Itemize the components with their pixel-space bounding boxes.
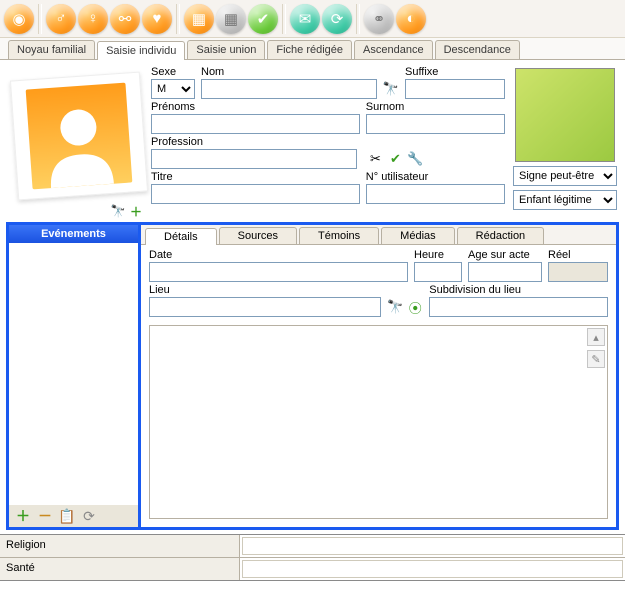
heure-input[interactable] [414,262,462,282]
subdivision-input[interactable] [429,297,608,317]
mail-icon[interactable]: ✉ [290,4,320,34]
main-content: 🔭 ＋ Sexe M Nom 🔭 [0,60,625,614]
subtab-redaction[interactable]: Rédaction [457,227,545,244]
add-event-icon[interactable]: ＋ [15,508,31,524]
photo-column: 🔭 ＋ [6,66,151,218]
sep [176,4,180,34]
sexe-label: Sexe [151,66,195,78]
key-icon[interactable]: 🔧 [407,151,423,167]
event-detail-pane: Détails Sources Témoins Médias Rédaction… [141,225,616,527]
person-photo[interactable] [9,72,147,201]
profession-label: Profession [151,136,357,148]
sante-input[interactable] [242,560,623,578]
events-panel: Evénements ＋ － 📋 ⟳ Détails Sources Témoi… [6,222,619,530]
globe-icon[interactable]: ◐ [396,4,426,34]
search-name-icon[interactable]: 🔭 [383,81,399,97]
reel-label: Réel [548,249,608,261]
events-list-pane: Evénements ＋ － 📋 ⟳ [9,225,141,527]
date-label: Date [149,249,408,261]
expand-notes-icon[interactable]: ▴ [587,328,605,346]
heure-label: Heure [414,249,462,261]
woman-icon[interactable]: ♀ [78,4,108,34]
tab-fiche-redigee[interactable]: Fiche rédigée [267,40,352,59]
subtab-sources[interactable]: Sources [219,227,297,244]
edit-notes-icon[interactable]: ✎ [587,350,605,368]
sep [282,4,286,34]
map-place-icon[interactable]: ⦿ [407,299,423,315]
tab-saisie-individu[interactable]: Saisie individu [97,41,185,60]
identity-form: Sexe M Nom 🔭 Suffixe [151,66,511,218]
man-icon[interactable]: ♂ [46,4,76,34]
add-photo-icon[interactable]: ＋ [129,204,143,218]
color-swatch[interactable] [515,68,615,162]
refresh-events-icon[interactable]: ⟳ [81,508,97,524]
tab-ascendance[interactable]: Ascendance [354,40,433,59]
events-header: Evénements [9,225,138,243]
suffixe-input[interactable] [405,79,505,99]
suffixe-label: Suffixe [405,66,505,78]
sexe-select[interactable]: M [151,79,195,99]
validate-icon[interactable]: ✔ [387,151,403,167]
check-icon[interactable]: ✔ [248,4,278,34]
prenoms-label: Prénoms [151,101,360,113]
age-label: Age sur acte [468,249,542,261]
titre-input[interactable] [151,184,360,204]
age-input[interactable] [468,262,542,282]
tab-saisie-union[interactable]: Saisie union [187,40,265,59]
surnom-input[interactable] [366,114,505,134]
sep [356,4,360,34]
lieu-label: Lieu [149,284,381,296]
family-icon[interactable]: ⚯ [110,4,140,34]
photo-tools: 🔭 ＋ [6,200,151,218]
subdivision-label: Subdivision du lieu [429,284,608,296]
signature-select[interactable]: Signe peut-être [513,166,617,186]
heart-icon[interactable]: ♥ [142,4,172,34]
nom-label: Nom [201,66,377,78]
num-utilisateur-input[interactable] [366,184,505,204]
legitimacy-select[interactable]: Enfant légitime [513,190,617,210]
search-place-icon[interactable]: 🔭 [387,299,403,315]
notes-side-buttons: ▴ ✎ [587,328,605,368]
profession-input[interactable] [151,149,357,169]
subtab-medias[interactable]: Médias [381,227,454,244]
main-toolbar: ◉ ♂ ♀ ⚯ ♥ ▦ ▦ ✔ ✉ ⟳ ⚭ ◐ [0,0,625,38]
disabled-calendar-icon: ▦ [216,4,246,34]
num-utilisateur-label: N° utilisateur [366,171,505,183]
events-list[interactable] [9,243,138,505]
extra-fields: Religion Santé [0,534,625,581]
subtab-temoins[interactable]: Témoins [299,227,379,244]
main-tab-row: Noyau familial Saisie individu Saisie un… [0,38,625,60]
link-icon[interactable]: ⚭ [364,4,394,34]
binoculars-icon[interactable]: 🔭 [111,204,125,218]
events-toolbar: ＋ － 📋 ⟳ [9,505,138,527]
religion-label: Religion [0,535,240,557]
calendar-icon[interactable]: ▦ [184,4,214,34]
date-input[interactable] [149,262,408,282]
event-subtabs: Détails Sources Témoins Médias Rédaction [141,225,616,245]
refresh-icon[interactable]: ⟳ [322,4,352,34]
tab-descendance[interactable]: Descendance [435,40,520,59]
sep [38,4,42,34]
nom-input[interactable] [201,79,377,99]
right-column: Signe peut-être Enfant légitime [511,66,619,218]
sante-label: Santé [0,558,240,580]
clipboard-icon[interactable]: 📋 [59,508,75,524]
tab-noyau-familial[interactable]: Noyau familial [8,40,95,59]
cut-icon[interactable]: ✂ [367,151,383,167]
prenoms-input[interactable] [151,114,360,134]
identity-form-area: 🔭 ＋ Sexe M Nom 🔭 [0,60,625,220]
silhouette-icon [31,93,127,189]
titre-label: Titre [151,171,360,183]
person-icon[interactable]: ◉ [4,4,34,34]
religion-input[interactable] [242,537,623,555]
reel-display [548,262,608,282]
remove-event-icon[interactable]: － [37,508,53,524]
event-detail-body: Date Heure Age sur acte Réel [141,245,616,321]
lieu-input[interactable] [149,297,381,317]
surnom-label: Surnom [366,101,505,113]
subtab-details[interactable]: Détails [145,228,217,245]
event-notes-area[interactable]: ▴ ✎ [149,325,608,519]
